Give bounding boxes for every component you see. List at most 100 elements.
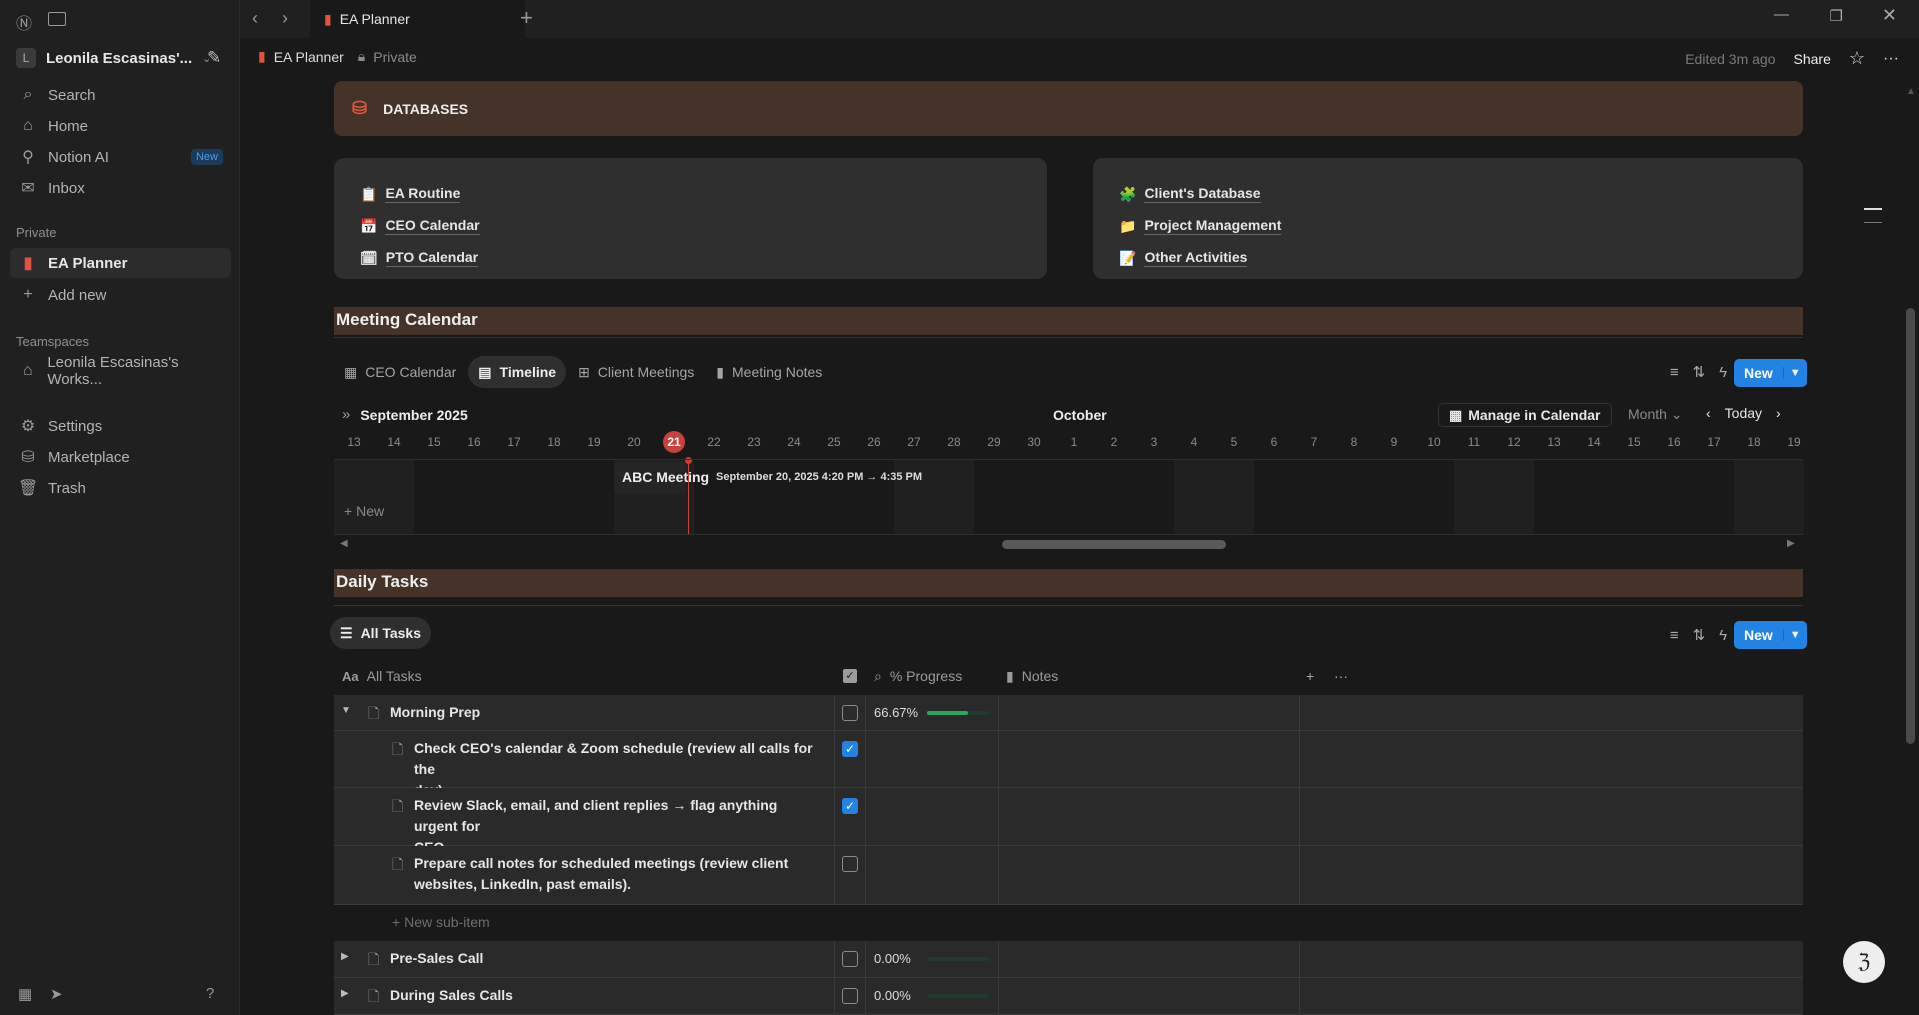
expand-chevrons-icon[interactable]: » <box>342 406 350 423</box>
automation-icon[interactable]: ϟ <box>1719 364 1727 381</box>
more-icon[interactable]: ··· <box>1883 50 1899 68</box>
task-title[interactable]: During Sales Calls <box>390 985 820 1006</box>
label: Project Management <box>1144 217 1282 235</box>
link-ceo-calendar[interactable]: 📅 CEO Calendar <box>360 210 1047 242</box>
progress-bar <box>927 711 989 715</box>
forward-icon[interactable]: › <box>282 8 288 29</box>
toggle-collapsed-icon[interactable]: ▶ <box>341 951 349 962</box>
notion-logo-icon[interactable]: Ⓝ <box>16 10 32 34</box>
column-header-done[interactable]: ✓ <box>843 664 857 688</box>
page-icon: 🗋 <box>368 988 380 1004</box>
minimize-icon[interactable]: — <box>1774 6 1789 23</box>
chevron-down-icon[interactable]: ▼ <box>1782 367 1807 379</box>
back-icon[interactable]: ‹ <box>252 8 258 29</box>
link-ea-routine[interactable]: 📋 EA Routine <box>360 178 1047 210</box>
prev-icon[interactable]: ‹ <box>1706 405 1711 421</box>
scroll-left-icon[interactable]: ◀ <box>340 538 348 549</box>
sidebar-item-settings[interactable]: ⚙ Settings <box>10 411 231 441</box>
sidebar-item-home[interactable]: ⌂ Home <box>10 111 231 141</box>
link-project-management[interactable]: 📁 Project Management <box>1119 210 1803 242</box>
link-other-activities[interactable]: 📝 Other Activities <box>1119 242 1803 274</box>
tab-timeline[interactable]: ▤ Timeline <box>468 356 567 388</box>
toggle-expanded-icon[interactable]: ▼ <box>341 705 351 716</box>
task-title[interactable]: Prepare call notes for scheduled meeting… <box>414 853 820 895</box>
automation-icon[interactable]: ϟ <box>1719 627 1727 644</box>
star-icon[interactable]: ☆ <box>1849 48 1865 69</box>
new-tab-icon[interactable]: + <box>520 5 533 31</box>
sidebar-item-marketplace[interactable]: ⛁ Marketplace <box>10 442 231 472</box>
notion-ai-button[interactable]: ℨ <box>1843 941 1885 983</box>
private-section-label: Private <box>16 225 57 240</box>
workspace-switcher[interactable]: L Leonila Escasinas'... ⌄ <box>16 48 211 68</box>
link-clients-database[interactable]: 🧩 Client's Database <box>1119 178 1803 210</box>
done-checkbox[interactable] <box>842 988 858 1004</box>
share-button[interactable]: Share <box>1794 51 1831 67</box>
sidebar-item-notion-ai[interactable]: ⚲ Notion AI New <box>10 142 231 172</box>
new-sub-item-button[interactable]: + New sub-item <box>392 914 490 930</box>
done-checkbox[interactable] <box>842 705 858 721</box>
restore-icon[interactable]: ❐ <box>1830 7 1843 25</box>
label: Client Meetings <box>597 364 695 380</box>
divider <box>834 695 835 730</box>
add-column-icon[interactable]: + <box>1306 664 1314 688</box>
close-icon[interactable]: ✕ <box>1882 5 1897 26</box>
progress-value: 66.67% <box>874 705 919 720</box>
manage-in-calendar-button[interactable]: ▦ Manage in Calendar <box>1438 403 1612 427</box>
search-icon: ⌕ <box>23 86 33 103</box>
privacy-dropdown[interactable]: Private <box>373 49 417 65</box>
column-header-title[interactable]: Aa All Tasks <box>342 664 422 688</box>
sort-icon[interactable]: ⇅ <box>1693 626 1706 644</box>
new-badge: New <box>190 149 223 165</box>
sidebar-item-teamspace[interactable]: ⌂ Leonila Escasinas's Works... <box>10 354 231 388</box>
help-icon[interactable]: ? <box>206 985 214 1002</box>
date-label: 19 <box>1787 435 1801 449</box>
column-header-progress[interactable]: ⌕ % Progress <box>874 664 962 688</box>
new-button[interactable]: New ▼ <box>1734 359 1807 387</box>
task-title[interactable]: Morning Prep <box>390 702 820 723</box>
toggle-collapsed-icon[interactable]: ▶ <box>341 988 349 999</box>
databases-callout: ⛁ DATABASES <box>334 81 1803 136</box>
today-button[interactable]: Today <box>1725 405 1762 421</box>
done-checkbox[interactable] <box>842 951 858 967</box>
new-page-icon[interactable]: ✎ <box>207 48 221 68</box>
calendar-icon[interactable]: ▦ <box>18 985 32 1003</box>
sidebar-toggle-icon[interactable] <box>48 12 66 26</box>
send-icon[interactable]: ➤ <box>50 985 63 1003</box>
vertical-scrollbar[interactable] <box>1906 308 1915 744</box>
sidebar-item-ea-planner[interactable]: ▮ EA Planner <box>10 248 231 278</box>
tab-all-tasks[interactable]: ☰ All Tasks <box>330 617 431 649</box>
sidebar-item-trash[interactable]: 🗑 Trash <box>10 473 231 503</box>
more-icon[interactable]: ··· <box>1334 664 1348 688</box>
done-checkbox[interactable]: ✓ <box>842 741 858 757</box>
task-title[interactable]: Pre-Sales Call <box>390 948 820 969</box>
sidebar-item-search[interactable]: ⌕ Search <box>10 80 231 110</box>
divider <box>998 731 999 787</box>
date-label: 14 <box>387 435 401 449</box>
timeline-new-button[interactable]: + New <box>344 503 384 519</box>
sidebar-item-add-new[interactable]: + Add new <box>10 280 231 310</box>
sidebar-item-inbox[interactable]: ✉ Inbox <box>10 173 231 203</box>
outline-icon[interactable] <box>1864 208 1882 210</box>
scroll-up-icon[interactable]: ▲ <box>1906 86 1916 97</box>
done-checkbox[interactable]: ✓ <box>842 798 858 814</box>
chevron-down-icon[interactable]: ▼ <box>1782 629 1807 641</box>
new-button[interactable]: New ▼ <box>1734 621 1807 649</box>
link-pto-calendar[interactable]: 🗓 PTO Calendar <box>360 242 1047 274</box>
tab-ea-planner[interactable]: ▮ EA Planner <box>310 0 525 38</box>
sort-icon[interactable]: ⇅ <box>1693 363 1706 381</box>
done-checkbox[interactable] <box>842 856 858 872</box>
breadcrumb[interactable]: EA Planner <box>274 49 344 65</box>
next-icon[interactable]: › <box>1776 405 1781 421</box>
scale-dropdown[interactable]: Month ⌄ <box>1628 406 1683 423</box>
filter-icon[interactable]: ≡ <box>1670 627 1679 644</box>
tab-meeting-notes[interactable]: ▮ Meeting Notes <box>706 356 832 388</box>
tab-client-meetings[interactable]: ⊞ Client Meetings <box>568 356 704 388</box>
label: Inbox <box>48 179 85 197</box>
horizontal-scrollbar[interactable] <box>1002 540 1226 549</box>
tab-ceo-calendar[interactable]: ▦ CEO Calendar <box>334 356 466 388</box>
scroll-right-icon[interactable]: ▶ <box>1787 538 1795 549</box>
date-label: 11 <box>1467 435 1481 449</box>
column-header-notes[interactable]: ▮ Notes <box>1006 664 1058 688</box>
event-title[interactable]: ABC Meeting <box>622 469 709 485</box>
filter-icon[interactable]: ≡ <box>1670 364 1679 381</box>
